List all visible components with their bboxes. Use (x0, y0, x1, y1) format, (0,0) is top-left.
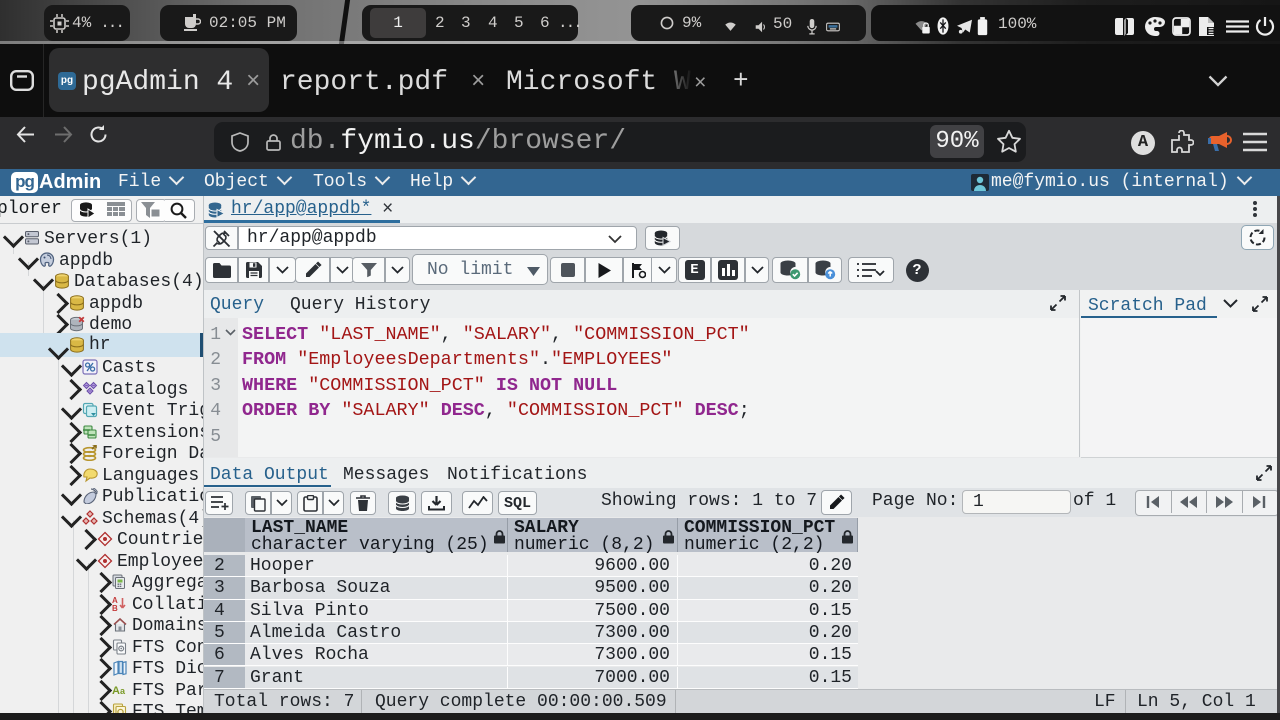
svg-text:a: a (120, 686, 126, 696)
svg-text:B: B (112, 604, 118, 612)
svg-text:A: A (112, 685, 120, 697)
